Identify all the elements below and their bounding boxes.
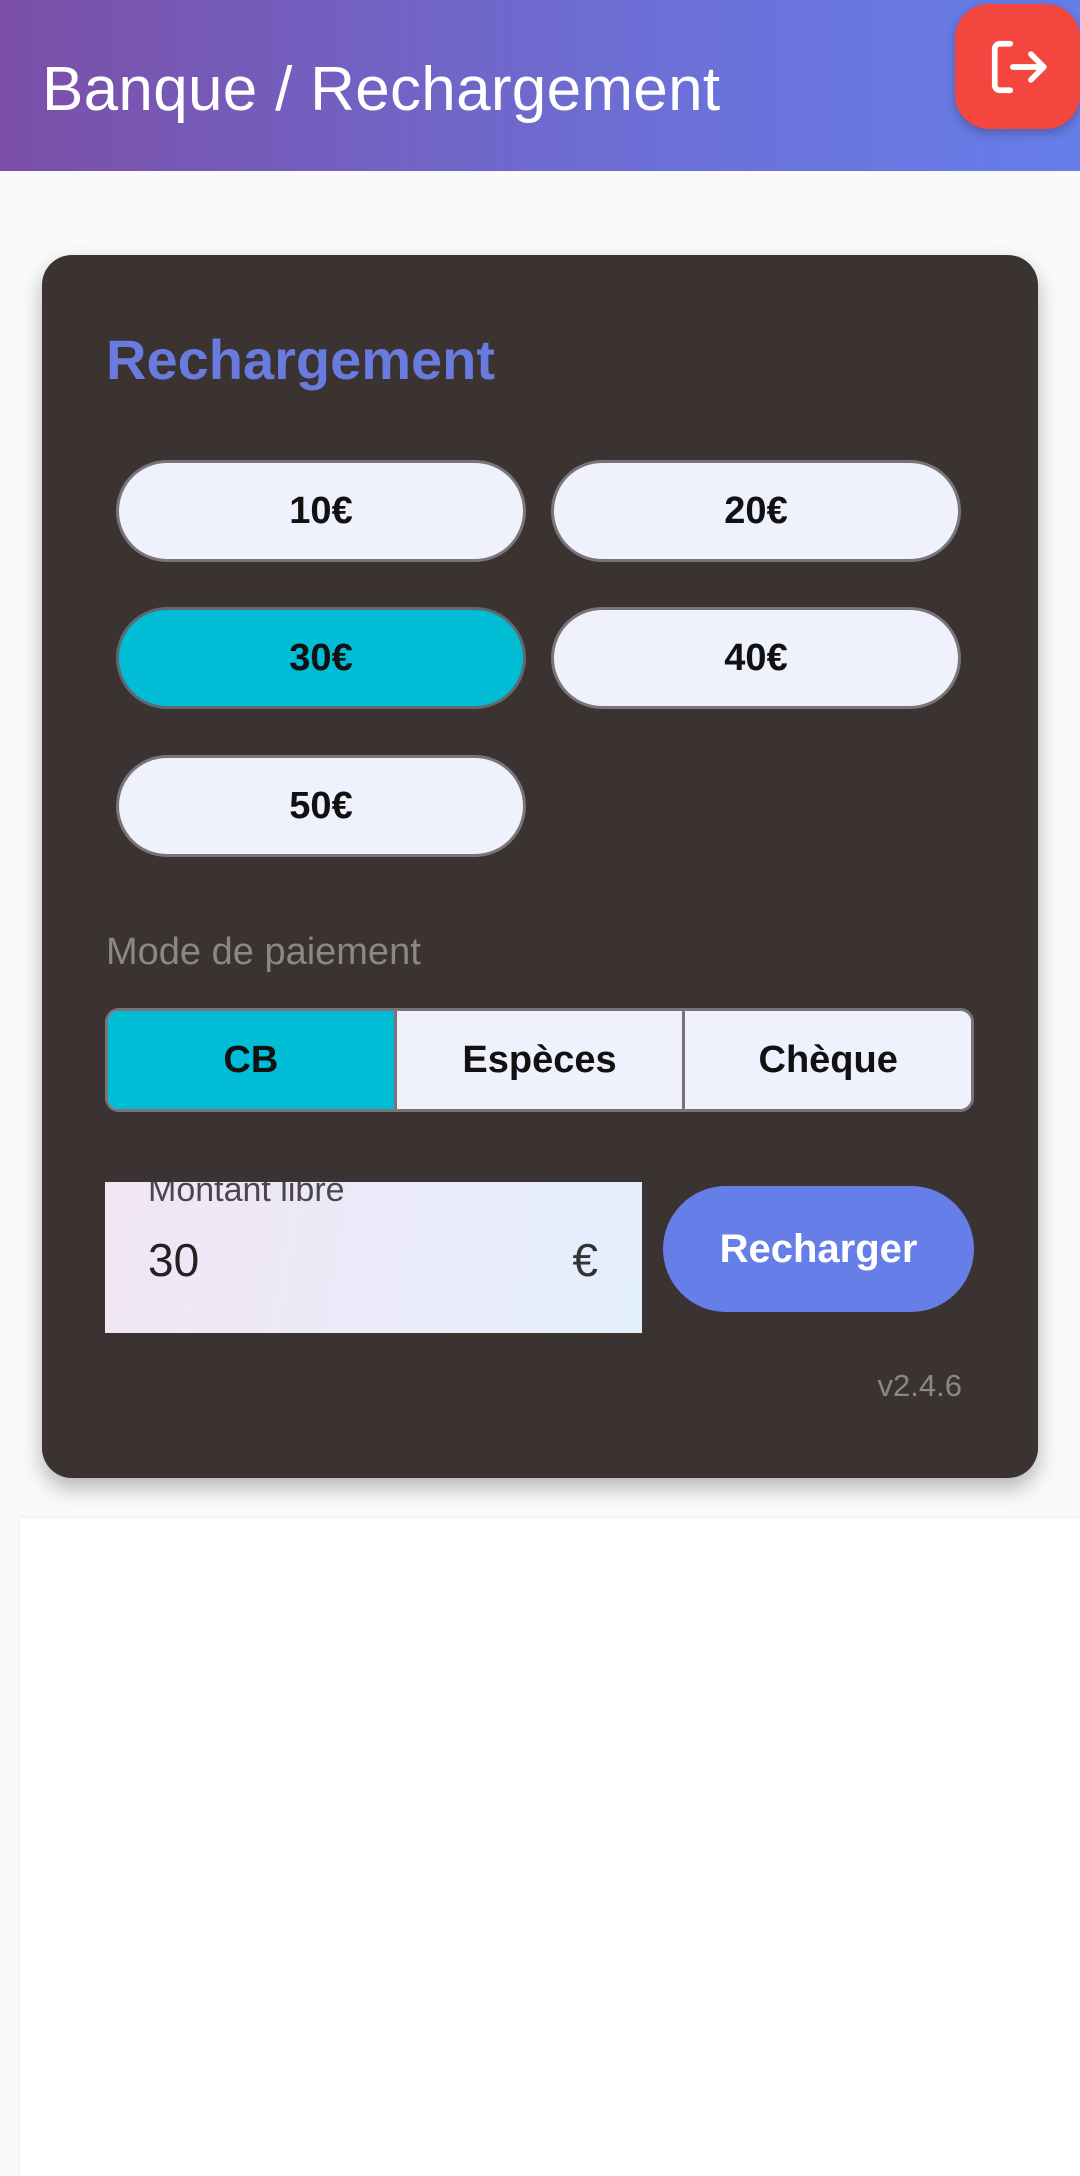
- payment-option-cheque[interactable]: Chèque: [682, 1011, 971, 1109]
- version-label: v2.4.6: [877, 1368, 962, 1403]
- app-bar: Banque / Rechargement: [0, 0, 1080, 171]
- card-title: Rechargement: [106, 328, 496, 391]
- logout-button[interactable]: [955, 4, 1080, 129]
- logout-icon: [991, 40, 1047, 93]
- amount-button-50[interactable]: 50€: [116, 755, 526, 857]
- free-amount-value[interactable]: 30: [148, 1232, 199, 1288]
- free-amount-field[interactable]: Montant libre 30 €: [105, 1182, 642, 1333]
- payment-option-cb[interactable]: CB: [108, 1011, 394, 1109]
- amount-button-10[interactable]: 10€: [116, 460, 526, 562]
- recharge-card: Rechargement 10€ 20€ 30€ 40€ 50€ Mode de…: [42, 255, 1038, 1478]
- page-title: Banque / Rechargement: [42, 55, 721, 124]
- free-amount-label: Montant libre: [148, 1182, 345, 1209]
- euro-suffix: €: [572, 1234, 598, 1286]
- recharge-button[interactable]: Recharger: [663, 1186, 974, 1312]
- bottom-sheet-area: [20, 1518, 1080, 2176]
- amount-button-40[interactable]: 40€: [551, 607, 961, 709]
- amount-button-20[interactable]: 20€: [551, 460, 961, 562]
- payment-option-especes[interactable]: Espèces: [393, 1011, 683, 1109]
- payment-mode-label: Mode de paiement: [106, 931, 421, 973]
- payment-method-selector: CB Espèces Chèque: [105, 1008, 974, 1112]
- amount-button-30[interactable]: 30€: [116, 607, 526, 709]
